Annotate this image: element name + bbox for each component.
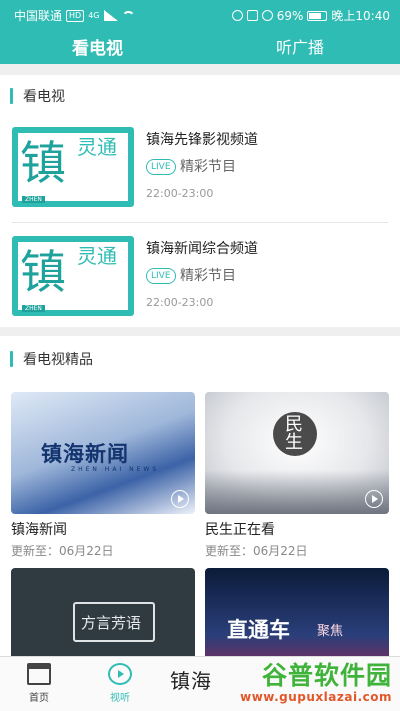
tv-section: 看电视 镇 灵通 ZHEN 镇海先锋影视频道 LIVE 精彩节目 22:00-2… <box>0 75 400 327</box>
channel-thumbnail: 镇 灵通 ZHEN <box>12 127 134 207</box>
section-header: 看电视 <box>10 85 65 107</box>
watermark-url: www.gupuxlazai.com <box>240 690 392 704</box>
featured-section: 看电视精品 镇海新闻 ZHEN HAI NEWS 镇海新闻 更新至：06月22日… <box>0 336 400 690</box>
eye-icon <box>231 10 243 21</box>
brand-text: 镇海 <box>170 669 212 693</box>
live-badge: LIVE <box>146 159 176 175</box>
divider <box>12 222 388 223</box>
battery-icon <box>307 10 328 21</box>
play-icon[interactable] <box>171 490 189 508</box>
channel-name: 镇海先锋影视频道 <box>146 132 258 148</box>
app-header: 中国联通 HD 4G 69% 晚上10:40 看电视 听广播 <box>0 0 400 64</box>
featured-tile[interactable]: 镇海新闻 ZHEN HAI NEWS 镇海新闻 更新至：06月22日 <box>11 392 195 559</box>
channel-item[interactable]: 镇 灵通 ZHEN 镇海新闻综合频道 LIVE 精彩节目 22:00-23:00 <box>12 228 388 322</box>
play-icon[interactable] <box>365 490 383 508</box>
channel-thumbnail: 镇 灵通 ZHEN <box>12 236 134 316</box>
nav-home[interactable]: 首页 <box>11 663 67 704</box>
section-title: 看电视 <box>23 89 65 105</box>
thumbnail-tag: ZHEN <box>22 196 45 203</box>
tile-image-text: 镇海新闻 <box>41 442 129 466</box>
battery-percent: 69% <box>276 8 304 23</box>
section-header: 看电视精品 <box>10 348 93 370</box>
tile-update: 更新至：06月22日 <box>205 544 308 558</box>
carrier-label: 中国联通 <box>14 9 63 23</box>
nav-video-label: 视听 <box>110 693 130 704</box>
tile-image-text: 直通车 <box>227 618 290 642</box>
home-icon <box>27 663 51 685</box>
program-name: 精彩节目 <box>180 268 236 284</box>
section-accent-bar <box>10 351 13 367</box>
top-tabs: 看电视 听广播 <box>0 30 400 62</box>
nfc-icon <box>246 10 258 21</box>
tile-title: 镇海新闻 <box>11 522 67 538</box>
watermark-title: 谷普软件园 <box>261 661 392 690</box>
alarm-icon <box>261 10 273 21</box>
section-accent-bar <box>10 88 13 104</box>
tile-image-text: 民生 <box>282 414 303 450</box>
thumbnail-logo-text: 灵通 <box>77 135 117 159</box>
thumbnail-logo-char: 镇 <box>20 245 66 299</box>
section-title: 看电视精品 <box>23 352 93 368</box>
signal-icon <box>103 10 118 21</box>
thumbnail-logo-text: 灵通 <box>77 244 117 268</box>
tile-image-text: 方言芳语 <box>81 614 142 632</box>
network-label: 4G <box>88 11 100 20</box>
video-icon <box>108 663 132 685</box>
tab-watch-tv[interactable]: 看电视 <box>72 34 123 59</box>
program-name: 精彩节目 <box>180 159 236 175</box>
ink-mountain <box>205 470 389 514</box>
program-time: 22:00-23:00 <box>146 296 214 309</box>
tile-image-subtext: 聚焦 <box>317 624 344 639</box>
tile-image-subtext: ZHEN HAI NEWS <box>71 466 160 473</box>
program-time: 22:00-23:00 <box>146 187 214 200</box>
thumbnail-tag: ZHEN <box>22 305 45 312</box>
tab-listen-radio[interactable]: 听广播 <box>276 34 324 58</box>
clock: 晚上10:40 <box>331 9 390 23</box>
hd-badge: HD <box>66 9 85 22</box>
tile-update: 更新至：06月22日 <box>11 544 114 558</box>
thumbnail-logo-char: 镇 <box>20 136 66 190</box>
nav-video[interactable]: 视听 <box>92 663 148 704</box>
tile-image: 镇海新闻 ZHEN HAI NEWS <box>11 392 195 514</box>
tile-title: 民生正在看 <box>205 522 275 538</box>
channel-item[interactable]: 镇 灵通 ZHEN 镇海先锋影视频道 LIVE 精彩节目 22:00-23:00 <box>12 119 388 213</box>
status-bar: 中国联通 HD 4G 69% 晚上10:40 <box>0 0 400 28</box>
wifi-icon <box>121 10 135 21</box>
nav-home-label: 首页 <box>29 693 49 704</box>
featured-tile[interactable]: 民生 民生正在看 更新至：06月22日 <box>205 392 389 559</box>
tile-image: 民生 <box>205 392 389 514</box>
live-badge: LIVE <box>146 268 176 284</box>
watermark: 谷普软件园 www.gupuxlazai.com <box>220 654 400 711</box>
channel-name: 镇海新闻综合频道 <box>146 241 258 257</box>
